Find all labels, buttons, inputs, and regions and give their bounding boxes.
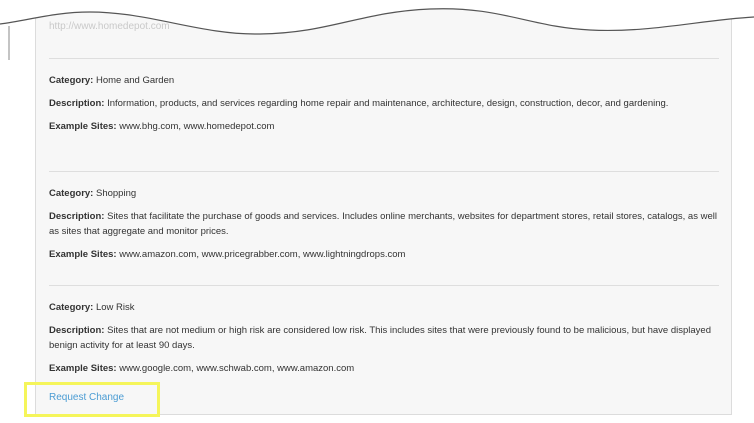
screenshot-stage: http://www.homedepot.com Category: Home … bbox=[0, 0, 754, 423]
examples-value: www.bhg.com, www.homedepot.com bbox=[119, 121, 275, 132]
examples-row: Example Sites: www.amazon.com, www.price… bbox=[49, 247, 719, 262]
description-label: Description: bbox=[49, 325, 105, 336]
description-value: Information, products, and services rega… bbox=[107, 98, 669, 109]
category-row: Category: Home and Garden bbox=[49, 73, 719, 88]
examples-label: Example Sites: bbox=[49, 249, 117, 260]
description-row: Description: Information, products, and … bbox=[49, 96, 719, 111]
category-label: Category: bbox=[49, 302, 94, 313]
description-value: Sites that facilitate the purchase of go… bbox=[49, 211, 717, 237]
category-row: Category: Shopping bbox=[49, 186, 719, 201]
category-value: Low Risk bbox=[95, 302, 135, 313]
examples-value: www.google.com, www.schwab.com, www.amaz… bbox=[119, 363, 355, 374]
description-row: Description: Sites that are not medium o… bbox=[49, 323, 719, 353]
description-label: Description: bbox=[49, 211, 105, 222]
examples-label: Example Sites: bbox=[49, 121, 117, 132]
category-value: Home and Garden bbox=[95, 75, 175, 86]
category-entry-low-risk: Category: Low Risk Description: Sites th… bbox=[49, 300, 719, 384]
description-label: Description: bbox=[49, 98, 105, 109]
category-entry-shopping: Category: Shopping Description: Sites th… bbox=[49, 186, 719, 270]
category-row: Category: Low Risk bbox=[49, 300, 719, 315]
faded-url-text: http://www.homedepot.com bbox=[49, 21, 170, 32]
category-label: Category: bbox=[49, 75, 94, 86]
category-value: Shopping bbox=[95, 188, 137, 199]
category-entry-home-garden: Category: Home and Garden Description: I… bbox=[49, 73, 719, 142]
divider bbox=[49, 171, 719, 172]
examples-row: Example Sites: www.google.com, www.schwa… bbox=[49, 361, 719, 376]
category-label: Category: bbox=[49, 188, 94, 199]
examples-value: www.amazon.com, www.pricegrabber.com, ww… bbox=[119, 249, 406, 260]
examples-label: Example Sites: bbox=[49, 363, 117, 374]
examples-row: Example Sites: www.bhg.com, www.homedepo… bbox=[49, 119, 719, 134]
description-row: Description: Sites that facilitate the p… bbox=[49, 209, 719, 239]
divider bbox=[49, 58, 719, 59]
highlight-box bbox=[24, 382, 160, 417]
description-value: Sites that are not medium or high risk a… bbox=[49, 325, 711, 351]
divider bbox=[49, 285, 719, 286]
